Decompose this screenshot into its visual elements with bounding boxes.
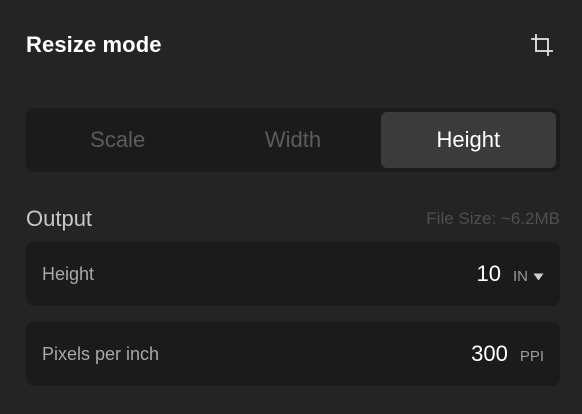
height-unit-label: IN	[513, 268, 528, 285]
panel-title: Resize mode	[26, 32, 162, 57]
mode-scale-tab[interactable]: Scale	[30, 112, 205, 168]
mode-width-tab[interactable]: Width	[205, 112, 380, 168]
ppi-unit-label: PPI	[519, 348, 544, 365]
ppi-value-group: 300 PPI	[471, 341, 544, 367]
crop-icon	[531, 34, 553, 56]
crop-button[interactable]	[526, 29, 558, 61]
panel-header: Resize mode	[26, 28, 556, 62]
ppi-value-input[interactable]: 300	[471, 341, 508, 367]
height-unit-dropdown[interactable]: IN	[513, 268, 544, 285]
file-size-label: File Size: ~6.2MB	[426, 209, 560, 228]
resize-panel: Resize mode Scale Width Height Output Fi…	[0, 0, 582, 414]
height-value-input[interactable]: 10	[477, 261, 501, 287]
output-title: Output	[26, 206, 93, 231]
height-value-group: 10 IN	[477, 261, 544, 287]
height-field-label: Height	[42, 263, 95, 284]
resize-mode-segmented-control: Scale Width Height	[26, 108, 560, 172]
ppi-field-label: Pixels per inch	[42, 343, 160, 364]
output-header: Output File Size: ~6.2MB	[26, 204, 560, 234]
caret-down-icon	[533, 273, 544, 280]
pixels-per-inch-field[interactable]: Pixels per inch 300 PPI	[26, 322, 560, 386]
height-field[interactable]: Height 10 IN	[26, 242, 560, 306]
mode-height-tab[interactable]: Height	[380, 112, 556, 168]
